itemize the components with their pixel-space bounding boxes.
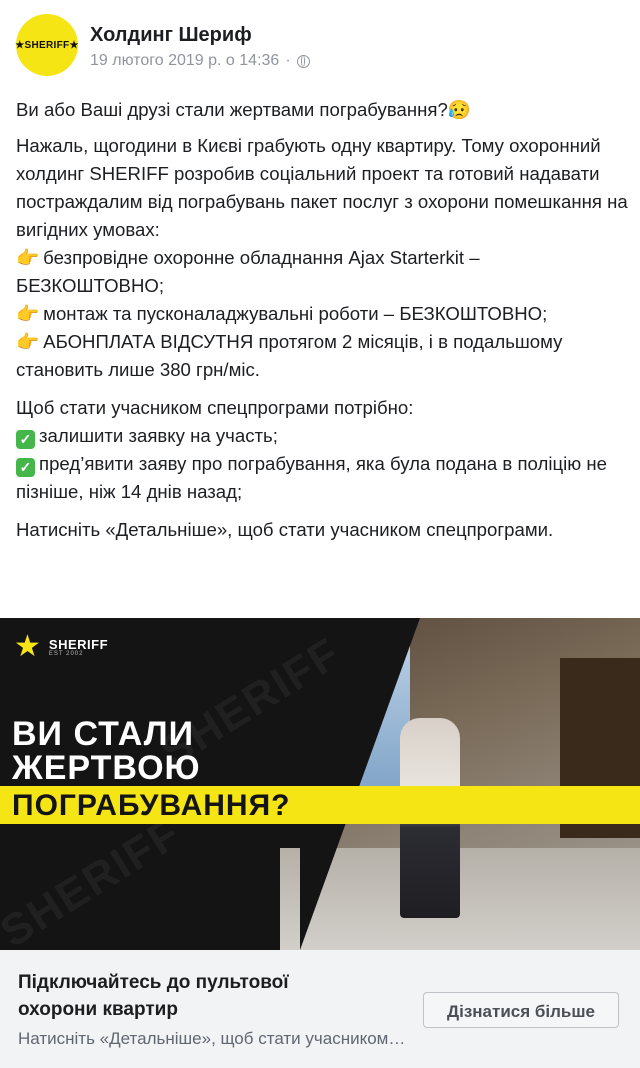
meta-separator: · — [285, 52, 291, 69]
page-name-link[interactable]: Холдинг Шериф — [90, 24, 252, 47]
post-meta: 19 лютого 2019 р. о 14:36 · — [90, 52, 310, 70]
bullet-item: 👉 монтаж та пусконаладжувальні роботи – … — [16, 300, 628, 328]
requirement-item: ✓ залишити заявку на участь; — [16, 422, 628, 450]
bullet-list: 👉 безпровідне охоронне обладнання Ajax S… — [16, 244, 628, 384]
post-paragraph: Ви або Ваші друзі стали жертвами пограбу… — [16, 99, 471, 120]
post-header: ★SHERIFF★ Холдинг Шериф 19 лютого 2019 р… — [0, 0, 640, 92]
learn-more-button[interactable]: Дізнатися більше — [423, 992, 619, 1028]
post-body: Ви або Ваші друзі стали жертвами пограбу… — [16, 96, 628, 554]
post-closing: Натисніть «Детальніше», щоб стати учасни… — [16, 519, 554, 540]
post-timestamp[interactable]: 19 лютого 2019 р. о 14:36 — [90, 52, 279, 70]
link-card-description: Натисніть «Детальніше», щоб стати учасни… — [18, 1029, 408, 1048]
requirements-intro: Щоб стати учасником спецпрограми потрібн… — [16, 397, 414, 418]
pointing-hand-icon: 👉 — [16, 247, 40, 268]
headline-line-3: ПОГРАБУВАННЯ? — [12, 789, 291, 822]
page-avatar[interactable]: ★SHERIFF★ — [15, 14, 79, 76]
watermark-text: SHERIFF — [0, 808, 190, 950]
bullet-item: 👉 АБОНПЛАТА ВІДСУТНЯ протягом 2 місяців,… — [16, 328, 628, 384]
headline-line-2: ЖЕРТВОЮ — [12, 749, 201, 787]
check-mark-icon: ✓ — [16, 430, 35, 449]
avatar-logo-text: ★SHERIFF★ — [15, 39, 79, 51]
pointing-hand-icon: 👉 — [16, 303, 40, 324]
pointing-hand-icon: 👉 — [16, 331, 40, 352]
check-mark-icon: ✓ — [16, 458, 35, 477]
post-paragraph: Нажаль, щогодини в Києві грабують одну к… — [16, 135, 628, 240]
star-icon: ★ — [14, 630, 41, 663]
requirement-item: ✓ пред’явити заяву про пограбування, яка … — [16, 453, 607, 502]
logo-text: SHERIFF — [48, 636, 109, 652]
sheriff-logo: ★ SHERIFF EST 2002 — [14, 632, 108, 662]
link-card-title[interactable]: Підключайтесь до пультової охорони кварт… — [18, 969, 368, 1023]
headline-line-1: ВИ СТАЛИ — [12, 715, 195, 753]
bullet-item: 👉 безпровідне охоронне обладнання Ajax S… — [16, 244, 628, 300]
globe-icon[interactable] — [296, 54, 310, 68]
